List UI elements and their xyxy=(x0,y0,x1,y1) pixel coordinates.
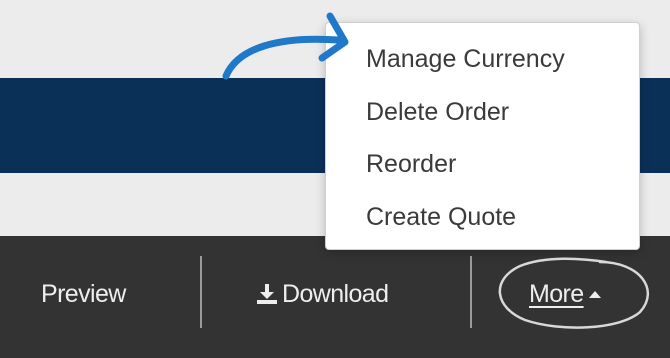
menu-item-delete-order[interactable]: Delete Order xyxy=(366,94,509,130)
menu-item-manage-currency[interactable]: Manage Currency xyxy=(366,41,565,77)
menu-item-create-quote[interactable]: Create Quote xyxy=(366,199,516,235)
download-button[interactable]: Download xyxy=(256,272,389,316)
download-label: Download xyxy=(282,280,389,308)
caret-up-icon xyxy=(588,291,601,298)
menu-item-reorder[interactable]: Reorder xyxy=(366,146,456,182)
preview-button[interactable]: Preview xyxy=(41,272,126,316)
toolbar-divider xyxy=(470,256,472,328)
toolbar-divider xyxy=(200,256,202,328)
more-dropdown-menu: Manage Currency Delete Order Reorder Cre… xyxy=(325,22,640,250)
preview-label: Preview xyxy=(41,280,126,308)
more-button[interactable]: More xyxy=(529,272,601,316)
more-label: More xyxy=(529,280,584,308)
download-icon xyxy=(257,284,277,304)
